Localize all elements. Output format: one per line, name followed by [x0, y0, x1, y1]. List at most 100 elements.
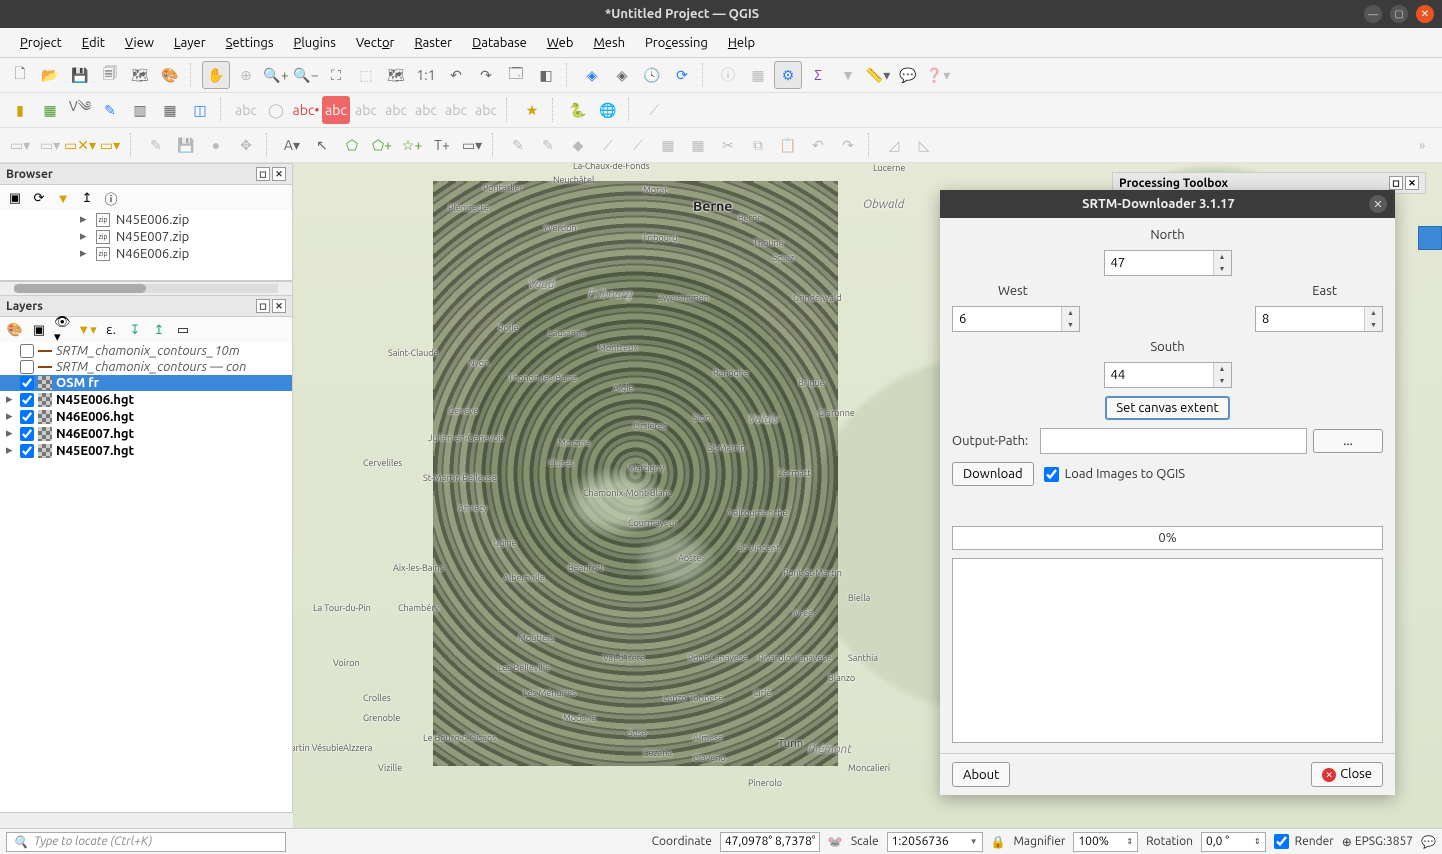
edit-toggle-icon[interactable]: ✎: [142, 131, 170, 159]
copy-icon[interactable]: ⧉: [744, 131, 772, 159]
browser-tree[interactable]: ▸zipN45E006.zip ▸zipN45E007.zip ▸zipN46E…: [0, 211, 292, 281]
north-spinbox[interactable]: ▲▼: [1104, 250, 1232, 276]
label-rotate-icon[interactable]: abc: [382, 96, 410, 124]
menu-raster[interactable]: Raster: [406, 32, 460, 54]
new-scratch-icon[interactable]: ▥: [126, 96, 154, 124]
help-icon[interactable]: ❓▾: [924, 61, 952, 89]
layers-undock[interactable]: ◻: [256, 299, 270, 313]
west-input[interactable]: [953, 307, 1061, 331]
main-hscroll[interactable]: [0, 812, 293, 828]
south-spinbox[interactable]: ▲▼: [1104, 362, 1232, 388]
label-change-icon[interactable]: abc: [412, 96, 440, 124]
spin-down[interactable]: ▼: [1214, 263, 1231, 275]
edit-save-icon[interactable]: 💾: [172, 131, 200, 159]
zoom-out-icon[interactable]: 🔍−: [292, 61, 320, 89]
new-map-view-icon[interactable]: 🗔: [502, 61, 530, 89]
load-images-input[interactable]: [1044, 467, 1059, 482]
east-spinbox[interactable]: ▲▼: [1255, 306, 1383, 332]
zoom-next-icon[interactable]: ↷: [472, 61, 500, 89]
identify-icon[interactable]: ⓘ: [714, 61, 742, 89]
style-manager-icon[interactable]: 🎨: [156, 61, 184, 89]
layer-visibility-checkbox[interactable]: [20, 360, 34, 374]
menu-layer[interactable]: Layer: [166, 32, 214, 54]
layer-row[interactable]: ▸N46E007.hgt: [0, 425, 292, 442]
merge-icon[interactable]: ▦: [654, 131, 682, 159]
open-project-icon[interactable]: 📂: [36, 61, 64, 89]
label-move-icon[interactable]: abc: [352, 96, 380, 124]
layer-row[interactable]: ▸N45E007.hgt: [0, 442, 292, 459]
bookmark2-icon[interactable]: ◈: [608, 61, 636, 89]
north-input[interactable]: [1105, 251, 1213, 275]
magnifier-field[interactable]: ⇕: [1073, 832, 1138, 852]
annotation-line-icon[interactable]: ⬠+: [368, 131, 396, 159]
new-3d-view-icon[interactable]: ◧: [532, 61, 560, 89]
python-icon[interactable]: 🐍: [564, 96, 592, 124]
digitize-icon[interactable]: ✎: [504, 131, 532, 159]
layout-icon[interactable]: 🗺: [126, 61, 154, 89]
locator-input[interactable]: 🔍Type to locate (Ctrl+K): [6, 832, 286, 852]
output-path-input[interactable]: [1040, 428, 1307, 454]
annotation-text-icon[interactable]: T+: [428, 131, 456, 159]
bookmark-icon[interactable]: ◈: [578, 61, 606, 89]
layers-visibility-icon[interactable]: 👁▾: [54, 321, 72, 339]
snap-icon[interactable]: ⟋: [640, 96, 668, 124]
maptip-icon[interactable]: 💬: [894, 61, 922, 89]
new-shapefile-icon[interactable]: V༄: [66, 96, 94, 124]
browser-filter-icon[interactable]: ▼: [54, 189, 72, 207]
overflow-icon[interactable]: »: [1408, 131, 1436, 159]
menu-settings[interactable]: Settings: [218, 32, 282, 54]
layer-visibility-checkbox[interactable]: [20, 444, 34, 458]
label-pin-icon[interactable]: ◯: [262, 96, 290, 124]
layers-expand-icon[interactable]: ↧: [126, 321, 144, 339]
annotation-form-icon[interactable]: ▭▾: [458, 131, 486, 159]
star-icon[interactable]: ★: [518, 96, 546, 124]
render-checkbox[interactable]: Render: [1274, 834, 1334, 849]
zoom-in-icon[interactable]: 🔍+: [262, 61, 290, 89]
save-project-icon[interactable]: 💾: [66, 61, 94, 89]
layer-row[interactable]: SRTM_chamonix_contours_10m: [0, 343, 292, 359]
cad2-icon[interactable]: ◺: [910, 131, 938, 159]
window-maximize[interactable]: ▢: [1390, 5, 1408, 23]
layers-remove-icon[interactable]: ▭: [174, 321, 192, 339]
layer-visibility-checkbox[interactable]: [20, 376, 34, 390]
plugin-globe-icon[interactable]: 🌐: [594, 96, 622, 124]
layer-row[interactable]: ▸N46E006.hgt: [0, 408, 292, 425]
spin-up[interactable]: ▲: [1214, 251, 1231, 263]
menu-database[interactable]: Database: [464, 32, 535, 54]
layer-row[interactable]: OSM fr: [0, 375, 292, 391]
close-button[interactable]: ✕Close: [1311, 762, 1383, 787]
annotation-select-icon[interactable]: ↖: [308, 131, 336, 159]
set-canvas-extent-button[interactable]: Set canvas extent: [1105, 396, 1229, 420]
layer-row[interactable]: ▸N45E006.hgt: [0, 391, 292, 408]
add-raster-icon[interactable]: ▦: [36, 96, 64, 124]
layers-close[interactable]: ✕: [272, 299, 286, 313]
sinned-sidebar-tab[interactable]: [1418, 226, 1442, 250]
paste-icon[interactable]: 📋: [774, 131, 802, 159]
delete-icon[interactable]: ▦: [684, 131, 712, 159]
annotation-layer-icon[interactable]: A▾: [278, 131, 306, 159]
browser-refresh-icon[interactable]: ⟳: [30, 189, 48, 207]
browser-collapse-icon[interactable]: ↥: [78, 189, 96, 207]
menu-view[interactable]: View: [117, 32, 162, 54]
menu-vector[interactable]: Vector: [348, 32, 403, 54]
split-icon[interactable]: ⟋: [624, 131, 652, 159]
browser-close[interactable]: ✕: [272, 167, 286, 181]
menu-processing[interactable]: Processing: [637, 32, 716, 54]
layers-filter-icon[interactable]: ▼▾: [78, 321, 96, 339]
browser-undock[interactable]: ◻: [256, 167, 270, 181]
menu-mesh[interactable]: Mesh: [585, 32, 633, 54]
label-sel-icon[interactable]: abc: [232, 96, 260, 124]
refresh-icon[interactable]: ⟳: [668, 61, 696, 89]
new-project-icon[interactable]: 🗋: [6, 61, 34, 89]
redo-icon[interactable]: ↷: [834, 131, 862, 159]
window-minimize[interactable]: —: [1364, 5, 1382, 23]
browser-item[interactable]: ▸zipN45E007.zip: [0, 228, 292, 245]
layer-row[interactable]: SRTM_chamonix_contours — con: [0, 359, 292, 375]
processing-undock[interactable]: ◻: [1389, 176, 1403, 190]
label-show-icon[interactable]: abc: [472, 96, 500, 124]
select-all-icon[interactable]: ▭▾: [96, 131, 124, 159]
scale-field[interactable]: ▼: [887, 832, 983, 852]
menu-plugins[interactable]: Plugins: [286, 32, 344, 54]
measure-icon[interactable]: ▼: [834, 61, 862, 89]
browse-button[interactable]: ...: [1313, 429, 1383, 453]
